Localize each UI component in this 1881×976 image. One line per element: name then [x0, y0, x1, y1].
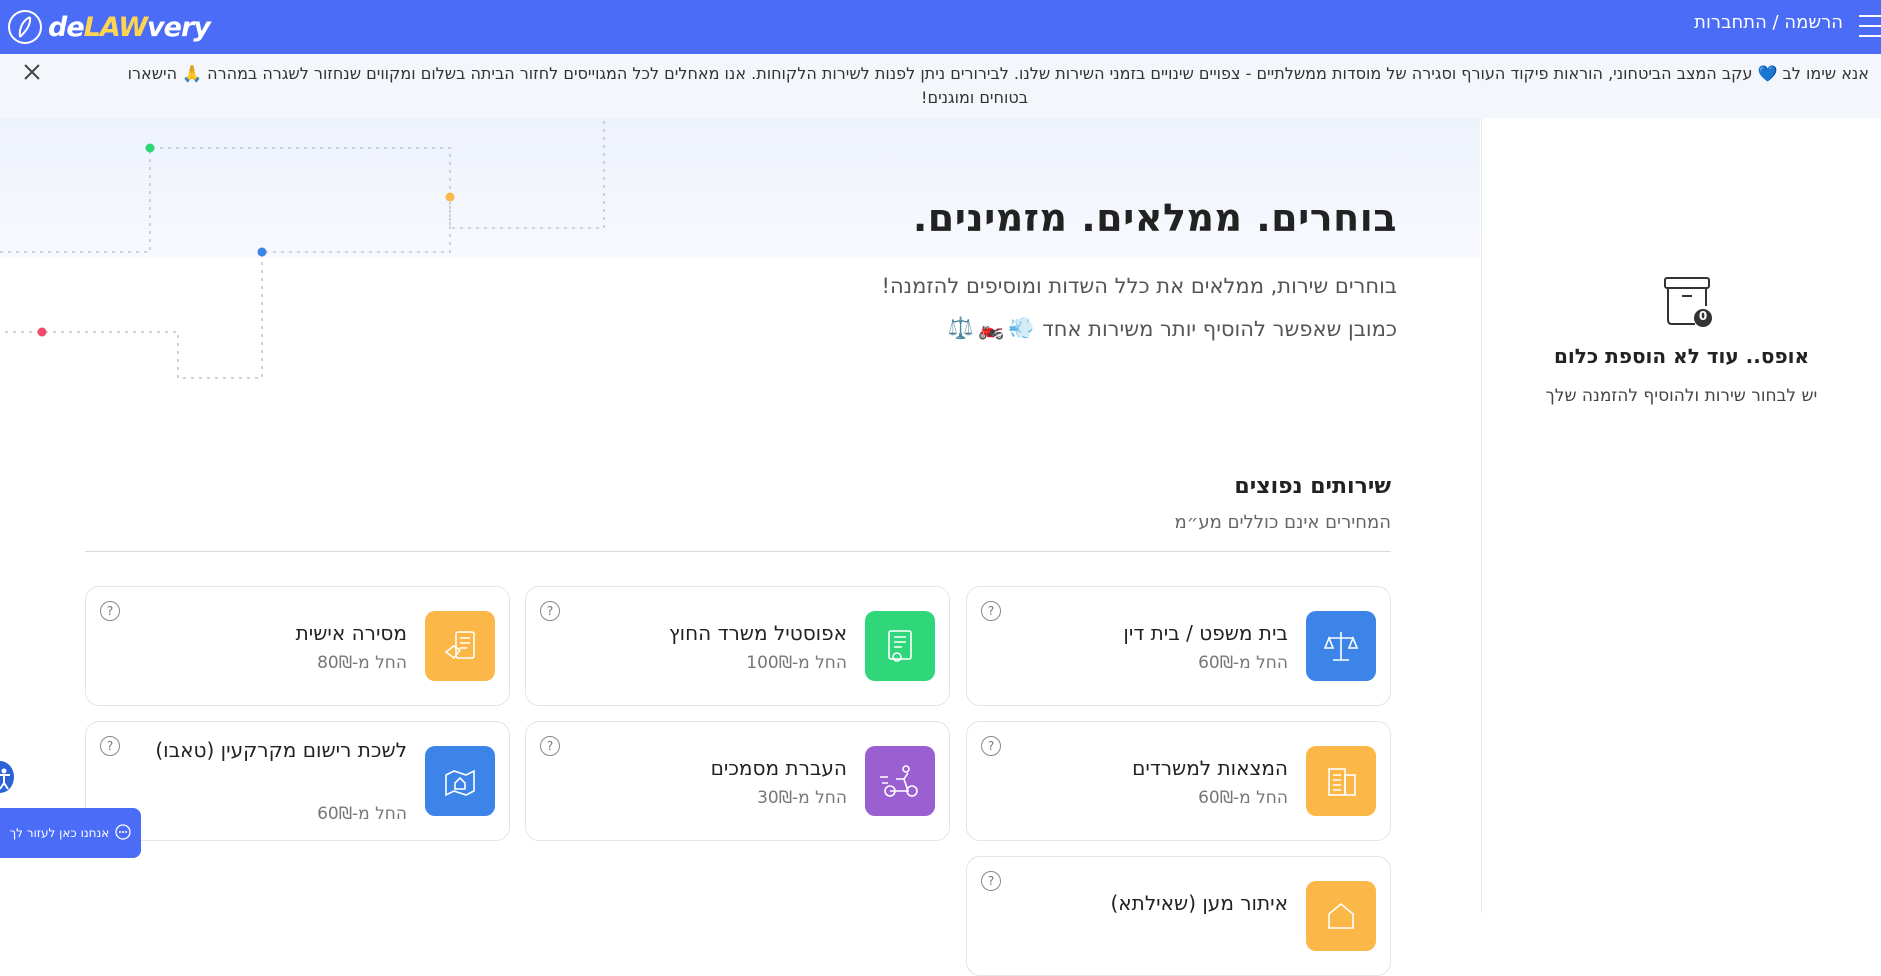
service-card-personal-delivery[interactable]: מסירה אישית החל מ-80₪ ? [85, 586, 510, 706]
certificate-icon [865, 611, 935, 681]
hero-title: בוחרים. ממלאים. מזמינים. [912, 196, 1397, 240]
help-icon[interactable]: ? [981, 871, 1001, 891]
help-icon[interactable]: ? [981, 736, 1001, 756]
service-card-apostille[interactable]: אפוסטיל משרד החוץ החל מ-100₪ ? [525, 586, 950, 706]
service-price: החל מ-80₪ [317, 653, 407, 673]
service-price: החל מ-100₪ [746, 653, 847, 673]
cart-empty-subtitle: יש לבחור שירות ולהוסיף להזמנה שלך [1545, 386, 1818, 406]
chat-icon [115, 823, 131, 843]
cart-count-badge: 0 [1698, 309, 1708, 323]
services-title: שירותים נפוצים [1234, 474, 1391, 499]
help-icon[interactable]: ? [100, 601, 120, 621]
service-price: החל מ-60₪ [1198, 788, 1288, 808]
service-name: מסירה אישית [295, 621, 407, 645]
cart-empty-title: אופס.. עוד לא הוספת כלום [1553, 344, 1810, 368]
service-name: איתור מען (שאילתא) [1110, 891, 1289, 915]
help-icon[interactable]: ? [981, 601, 1001, 621]
service-name: המצאות למשרדים [1132, 756, 1288, 780]
service-name: לשכת רישום מקרקעין (טאבו) [155, 738, 407, 762]
help-icon[interactable]: ? [100, 736, 120, 756]
top-header: deLAWvery הרשמה / התחברות [0, 0, 1881, 54]
service-price: החל מ-60₪ [317, 804, 407, 824]
service-card-land-registry[interactable]: לשכת רישום מקרקעין (טאבו) החל מ-60₪ ? [85, 721, 510, 841]
hero-subtitle: בוחרים שירות, ממלאים את כלל השדות ומוסיפ… [881, 274, 1397, 298]
hamburger-menu-icon[interactable] [1859, 13, 1881, 39]
chat-help-button[interactable]: אנחנו כאן לעזור לך [0, 808, 141, 858]
office-building-icon [1306, 746, 1376, 816]
service-name: אפוסטיל משרד החוץ [668, 621, 847, 645]
dash-emoji-icon: 💨 [1008, 316, 1035, 340]
service-price: החל מ-60₪ [1198, 653, 1288, 673]
login-register-link[interactable]: הרשמה / התחברות [1694, 12, 1843, 33]
service-card-office-service[interactable]: המצאות למשרדים החל מ-60₪ ? [966, 721, 1391, 841]
scooter-icon [865, 746, 935, 816]
service-price: החל מ-30₪ [757, 788, 847, 808]
logo[interactable]: deLAWvery [8, 7, 211, 47]
services-divider [85, 551, 1391, 552]
services-subtitle: המחירים אינם כוללים מע״מ [1174, 512, 1391, 533]
service-name: בית משפט / בית דין [1123, 621, 1288, 645]
archive-box-icon: 0 [1663, 276, 1713, 328]
motorcycle-emoji-icon: 🏍️ [977, 316, 1005, 340]
decorative-dotted-lines [0, 118, 605, 379]
cart-sidebar: 0 אופס.. עוד לא הוספת כלום יש לבחור שירו… [1481, 118, 1881, 913]
hero-emojis: 💨 🏍️ ⚖️ [948, 316, 1034, 341]
service-card-address-search[interactable]: איתור מען (שאילתא) ? [966, 856, 1391, 976]
service-card-document-transfer[interactable]: העברת מסמכים החל מ-30₪ ? [525, 721, 950, 841]
scales-icon [1306, 611, 1376, 681]
feather-logo-icon [8, 10, 42, 44]
hand-document-icon [425, 611, 495, 681]
chat-label: אנחנו כאן לעזור לך [9, 826, 110, 840]
scales-emoji-icon: ⚖️ [947, 316, 974, 340]
service-name: העברת מסמכים [710, 756, 847, 780]
house-search-icon [1306, 881, 1376, 951]
help-icon[interactable]: ? [540, 736, 560, 756]
service-card-court[interactable]: בית משפט / בית דין החל מ-60₪ ? [966, 586, 1391, 706]
help-icon[interactable]: ? [540, 601, 560, 621]
close-icon[interactable] [22, 62, 42, 82]
hero-subtitle-secondary: כמובן שאפשר להוסיף יותר משירות אחד 💨 🏍️ … [947, 316, 1397, 341]
announcement-banner: אנא שימו לב 💙 עקב המצב הביטחוני, הוראות … [0, 54, 1881, 118]
map-house-icon [425, 746, 495, 816]
logo-text: deLAWvery [48, 11, 211, 43]
announcement-text: אנא שימו לב 💙 עקב המצב הביטחוני, הוראות … [127, 64, 1869, 107]
accessibility-icon[interactable] [0, 761, 14, 793]
